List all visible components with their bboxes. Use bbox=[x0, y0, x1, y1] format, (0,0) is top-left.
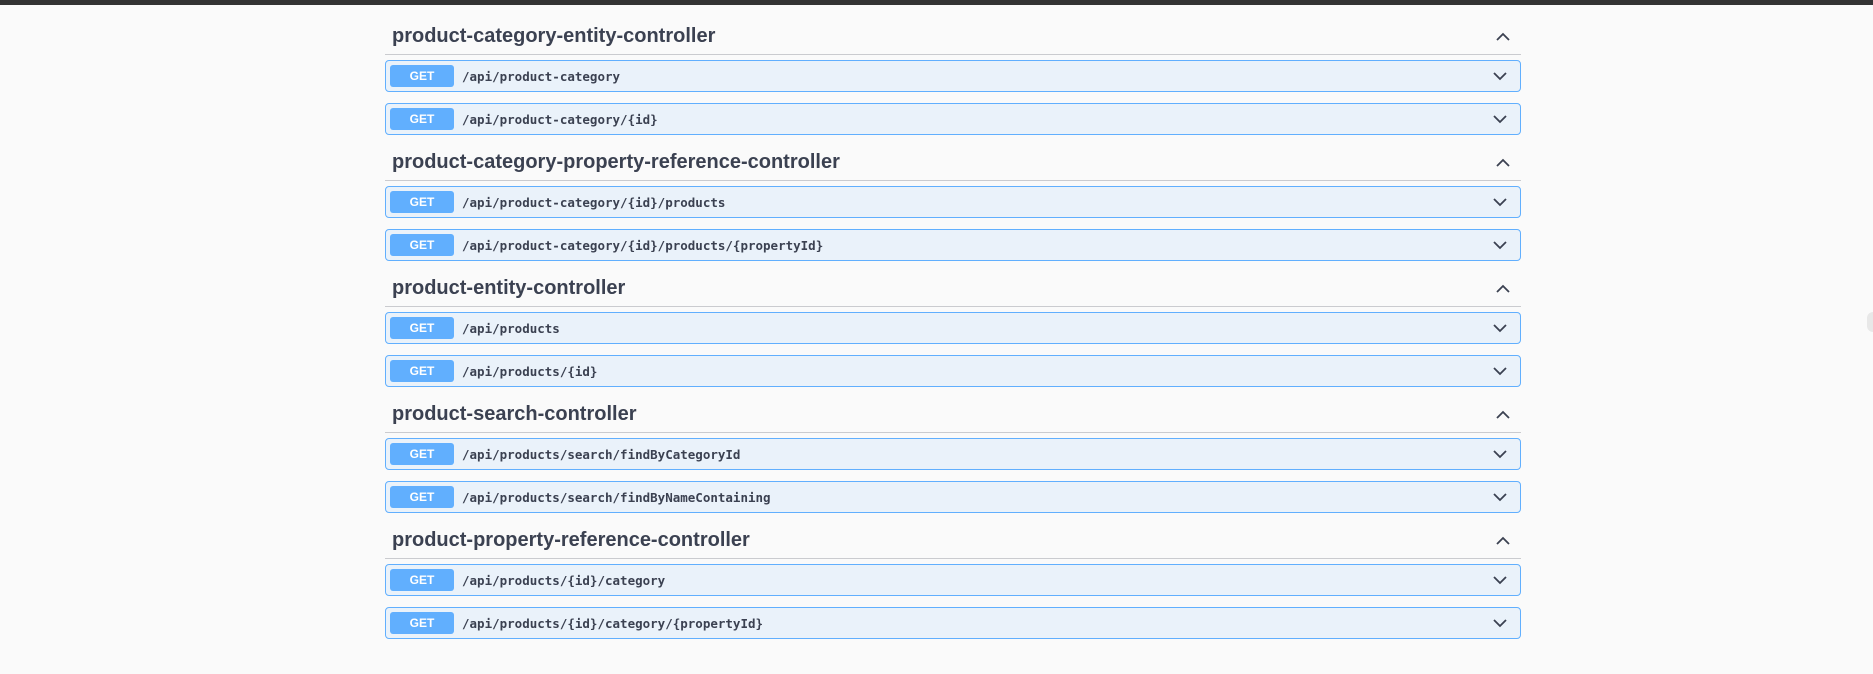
operation-path: /api/products bbox=[462, 320, 560, 336]
chevron-down-icon[interactable] bbox=[1490, 109, 1510, 129]
operation-row[interactable]: GET /api/product-category/{id}/products/… bbox=[385, 229, 1521, 261]
method-badge: GET bbox=[390, 317, 454, 339]
operation-path: /api/products/search/findByNameContainin… bbox=[462, 489, 771, 505]
tag-header[interactable]: product-entity-controller bbox=[385, 271, 1521, 307]
operation-path: /api/products/search/findByCategoryId bbox=[462, 446, 741, 462]
chevron-down-icon[interactable] bbox=[1490, 487, 1510, 507]
top-bar bbox=[0, 0, 1873, 5]
tag-title: product-category-property-reference-cont… bbox=[392, 151, 840, 173]
method-badge: GET bbox=[390, 569, 454, 591]
swagger-operations-list: product-category-entity-controller GET /… bbox=[385, 19, 1521, 649]
chevron-down-icon[interactable] bbox=[1490, 570, 1510, 590]
chevron-up-icon[interactable] bbox=[1493, 531, 1513, 551]
method-badge: GET bbox=[390, 443, 454, 465]
chevron-up-icon[interactable] bbox=[1493, 405, 1513, 425]
tag-section: product-category-entity-controller GET /… bbox=[385, 19, 1521, 135]
tag-section: product-search-controller GET /api/produ… bbox=[385, 397, 1521, 513]
tag-header[interactable]: product-category-property-reference-cont… bbox=[385, 145, 1521, 181]
method-badge: GET bbox=[390, 234, 454, 256]
chevron-down-icon[interactable] bbox=[1490, 613, 1510, 633]
operation-path: /api/products/{id}/category/{propertyId} bbox=[462, 615, 764, 631]
operation-row[interactable]: GET /api/products/{id} bbox=[385, 355, 1521, 387]
operation-path: /api/product-category/{id}/products bbox=[462, 194, 726, 210]
edge-handle bbox=[1867, 312, 1873, 332]
tag-header[interactable]: product-category-entity-controller bbox=[385, 19, 1521, 55]
chevron-down-icon[interactable] bbox=[1490, 444, 1510, 464]
method-badge: GET bbox=[390, 191, 454, 213]
tag-section: product-entity-controller GET /api/produ… bbox=[385, 271, 1521, 387]
chevron-down-icon[interactable] bbox=[1490, 235, 1510, 255]
chevron-down-icon[interactable] bbox=[1490, 318, 1510, 338]
operation-row[interactable]: GET /api/products/search/findByNameConta… bbox=[385, 481, 1521, 513]
chevron-down-icon[interactable] bbox=[1490, 192, 1510, 212]
tag-section: product-category-property-reference-cont… bbox=[385, 145, 1521, 261]
operation-row[interactable]: GET /api/products/search/findByCategoryI… bbox=[385, 438, 1521, 470]
chevron-down-icon[interactable] bbox=[1490, 361, 1510, 381]
tag-title: product-category-entity-controller bbox=[392, 25, 716, 47]
operation-row[interactable]: GET /api/products bbox=[385, 312, 1521, 344]
chevron-up-icon[interactable] bbox=[1493, 27, 1513, 47]
operation-row[interactable]: GET /api/product-category/{id} bbox=[385, 103, 1521, 135]
chevron-up-icon[interactable] bbox=[1493, 153, 1513, 173]
tag-section: product-property-reference-controller GE… bbox=[385, 523, 1521, 639]
method-badge: GET bbox=[390, 360, 454, 382]
method-badge: GET bbox=[390, 612, 454, 634]
operation-path: /api/product-category/{id} bbox=[462, 111, 658, 127]
operation-row[interactable]: GET /api/product-category/{id}/products bbox=[385, 186, 1521, 218]
operation-row[interactable]: GET /api/products/{id}/category bbox=[385, 564, 1521, 596]
tag-title: product-search-controller bbox=[392, 403, 637, 425]
operation-path: /api/product-category bbox=[462, 68, 621, 84]
operation-row[interactable]: GET /api/product-category bbox=[385, 60, 1521, 92]
operation-path: /api/products/{id} bbox=[462, 363, 598, 379]
method-badge: GET bbox=[390, 108, 454, 130]
tag-header[interactable]: product-search-controller bbox=[385, 397, 1521, 433]
tag-header[interactable]: product-property-reference-controller bbox=[385, 523, 1521, 559]
tag-title: product-property-reference-controller bbox=[392, 529, 750, 551]
operation-row[interactable]: GET /api/products/{id}/category/{propert… bbox=[385, 607, 1521, 639]
operation-path: /api/product-category/{id}/products/{pro… bbox=[462, 237, 824, 253]
tag-title: product-entity-controller bbox=[392, 277, 626, 299]
method-badge: GET bbox=[390, 65, 454, 87]
method-badge: GET bbox=[390, 486, 454, 508]
operation-path: /api/products/{id}/category bbox=[462, 572, 666, 588]
chevron-down-icon[interactable] bbox=[1490, 66, 1510, 86]
chevron-up-icon[interactable] bbox=[1493, 279, 1513, 299]
